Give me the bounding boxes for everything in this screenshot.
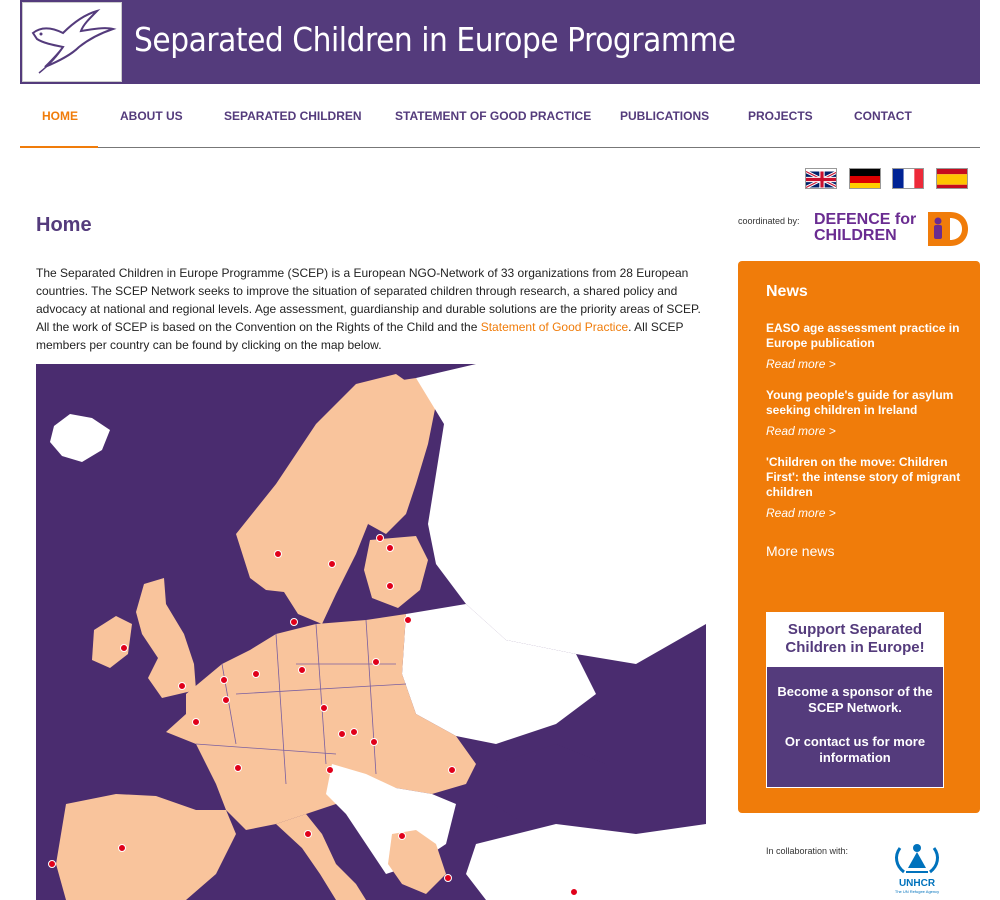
support-banner[interactable]: Support Separated Children in Europe! Be…: [766, 612, 944, 788]
map-marker: [120, 644, 128, 652]
map-marker: [386, 544, 394, 552]
collaboration-label: In collaboration with:: [766, 846, 849, 856]
news-panel: News EASO age assessment practice in Eur…: [738, 261, 980, 813]
nav-about-us[interactable]: ABOUT US: [120, 109, 183, 123]
uk-flag-icon[interactable]: [805, 168, 837, 189]
iberia-shape: [56, 794, 236, 900]
nav-publications[interactable]: PUBLICATIONS: [620, 109, 709, 123]
uk-shape: [136, 578, 196, 698]
page-title: Home: [36, 214, 92, 236]
contact-text: Or contact us for more information: [784, 734, 926, 765]
map-marker: [398, 832, 406, 840]
map-marker: [304, 830, 312, 838]
map-marker: [404, 616, 412, 624]
map-marker: [444, 874, 452, 882]
unhcr-logo[interactable]: UNHCR The UN Refugee Agency: [886, 838, 948, 894]
map-marker: [338, 730, 346, 738]
read-more-link[interactable]: Read more >: [766, 424, 836, 438]
map-marker: [178, 682, 186, 690]
baltics-shape: [364, 536, 428, 608]
more-news-link[interactable]: More news: [766, 543, 834, 559]
dove-logo-icon[interactable]: [22, 2, 122, 82]
italy-shape: [276, 814, 366, 900]
map-marker: [372, 658, 380, 666]
unhcr-subtitle: The UN Refugee Agency: [894, 889, 940, 894]
coordinated-label: coordinated by:: [738, 216, 800, 226]
dci-logo-icon[interactable]: [928, 212, 968, 246]
map-marker: [252, 670, 260, 678]
map-marker: [328, 560, 336, 568]
support-headline: Support Separated Children in Europe!: [767, 613, 943, 667]
french-flag-icon[interactable]: [892, 168, 924, 189]
support-body: Become a sponsor of the SCEP Network. Or…: [767, 667, 943, 787]
nav-active-indicator: [20, 146, 98, 148]
read-more-link[interactable]: Read more >: [766, 357, 836, 371]
news-item-title[interactable]: EASO age assessment practice in Europe p…: [766, 321, 966, 351]
nav-separated-children[interactable]: SEPARATED CHILDREN: [224, 109, 362, 123]
map-marker: [48, 860, 56, 868]
map-marker: [234, 764, 242, 772]
map-marker: [320, 704, 328, 712]
site-header: Separated Children in Europe Programme: [20, 0, 980, 84]
dci-name-line2: CHILDREN: [814, 227, 897, 244]
map-marker: [326, 766, 334, 774]
read-more-link[interactable]: Read more >: [766, 506, 836, 520]
europe-map[interactable]: [36, 364, 706, 900]
sponsor-text: Become a sponsor of the SCEP Network.: [777, 684, 933, 715]
unhcr-name: UNHCR: [898, 878, 936, 889]
statement-good-practice-link[interactable]: Statement of Good Practice: [481, 320, 628, 334]
ireland-shape: [92, 616, 132, 668]
black-sea-shape: [492, 744, 616, 824]
nav-statement-good-practice[interactable]: STATEMENT OF GOOD PRACTICE: [395, 109, 591, 123]
map-marker: [386, 582, 394, 590]
iceland-shape: [50, 414, 110, 462]
map-marker: [290, 618, 298, 626]
map-marker: [222, 696, 230, 704]
map-marker: [220, 676, 228, 684]
news-item-title[interactable]: Young people's guide for asylum seeking …: [766, 388, 966, 418]
map-marker: [118, 844, 126, 852]
map-marker: [448, 766, 456, 774]
german-flag-icon[interactable]: [849, 168, 881, 189]
unhcr-emblem-icon: [895, 844, 939, 874]
map-marker: [192, 718, 200, 726]
map-marker: [376, 534, 384, 542]
news-item-title[interactable]: 'Children on the move: Children First': …: [766, 455, 966, 500]
main-nav: HOME ABOUT US SEPARATED CHILDREN STATEME…: [20, 84, 980, 148]
map-marker: [350, 728, 358, 736]
intro-text: The Separated Children in Europe Program…: [36, 264, 706, 354]
site-title: Separated Children in Europe Programme: [134, 20, 736, 59]
map-marker: [298, 666, 306, 674]
nav-projects[interactable]: PROJECTS: [748, 109, 813, 123]
spanish-flag-icon[interactable]: [936, 168, 968, 189]
map-marker: [570, 888, 578, 896]
news-title: News: [766, 283, 808, 300]
turkey-shape: [466, 824, 706, 900]
dci-logo-text[interactable]: DEFENCE for CHILDREN: [814, 212, 924, 244]
nav-home[interactable]: HOME: [42, 109, 78, 123]
map-marker: [274, 550, 282, 558]
map-marker: [370, 738, 378, 746]
dci-name-line1: DEFENCE for: [814, 211, 917, 228]
nav-contact[interactable]: CONTACT: [854, 109, 912, 123]
